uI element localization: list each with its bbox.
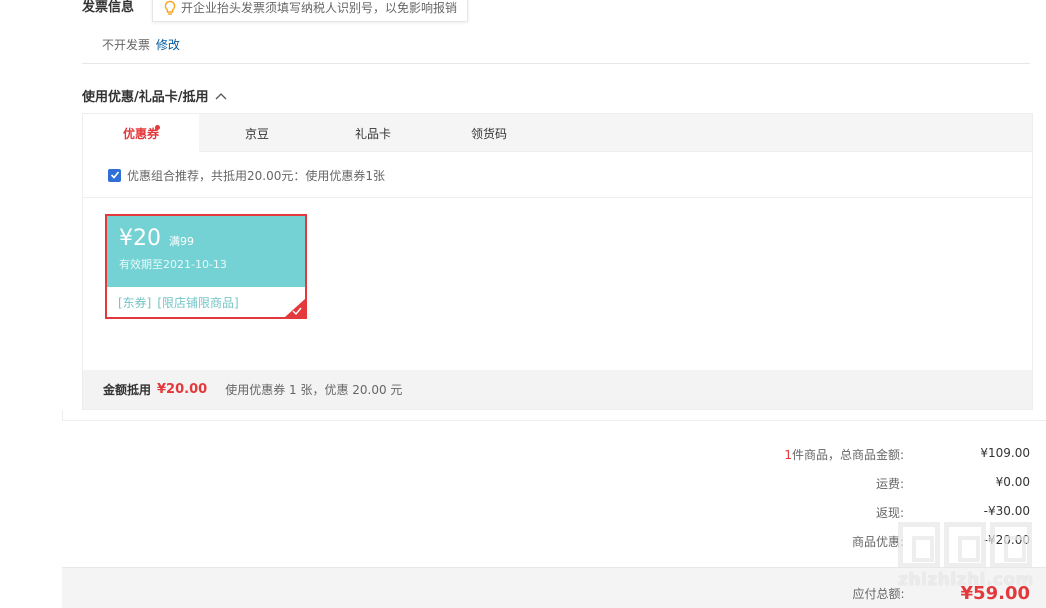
tab-coupons[interactable]: 优惠券 <box>83 114 199 153</box>
discount-label: 商品优惠: <box>851 535 904 549</box>
shipping-row: 运费: ¥0.00 <box>694 475 1030 492</box>
coupon-condition: 满99 <box>169 235 194 248</box>
tab-label: 京豆 <box>244 126 269 141</box>
watermark-text: zhizhizhi.com <box>898 570 1034 590</box>
summary-label: 金额抵用 <box>103 383 152 397</box>
coupon-tag: [东券] <box>118 295 152 310</box>
tab-label: 领货码 <box>470 126 507 141</box>
shipping-amount: ¥0.00 <box>995 475 1030 489</box>
new-dot-badge <box>155 125 160 130</box>
tab-label: 优惠券 <box>122 127 159 141</box>
item-count: 1 <box>784 448 792 462</box>
divider <box>62 420 1046 421</box>
invoice-status-row: 不开发票 修改 <box>102 36 180 53</box>
coupon-panel: 优惠券 京豆 礼品卡 领货码 优惠组合推荐，共抵用20.00元：使用优惠券1张 … <box>82 113 1033 410</box>
divider <box>62 410 63 420</box>
invoice-status: 不开发票 <box>102 38 151 52</box>
coupon-amount: ¥20 <box>119 226 161 251</box>
tab-gift-card[interactable]: 礼品卡 <box>315 114 431 152</box>
payable-label: 应付总额: <box>852 587 905 601</box>
watermark-glyphs <box>898 522 1038 568</box>
chevron-up-icon <box>215 92 226 99</box>
coupon-summary-bar: 金额抵用 ¥20.00 使用优惠券 1 张，优惠 20.00 元 <box>83 370 1032 409</box>
coupon-tabs: 优惠券 京豆 礼品卡 领货码 <box>83 114 1032 153</box>
invoice-tip: 开企业抬头发票须填写纳税人识别号，以免影响报销 <box>152 0 469 22</box>
tab-redeem-code[interactable]: 领货码 <box>431 114 547 152</box>
invoice-tip-text: 开企业抬头发票须填写纳税人识别号，以免影响报销 <box>181 1 458 15</box>
invoice-section-title: 发票信息 <box>82 0 135 15</box>
check-icon <box>110 171 119 179</box>
rebate-row: 返现: -¥30.00 <box>694 504 1030 521</box>
rebate-label: 返现: <box>875 506 904 520</box>
items-amount: ¥109.00 <box>980 446 1030 460</box>
rebate-amount: -¥30.00 <box>983 504 1030 518</box>
lightbulb-icon <box>164 0 176 15</box>
recommend-text: 优惠组合推荐，共抵用20.00元：使用优惠券1张 <box>127 168 385 183</box>
watermark-logo: zhizhizhi.com <box>898 522 1038 600</box>
items-label: 件商品，总商品金额: <box>791 448 904 462</box>
recommend-row: 优惠组合推荐，共抵用20.00元：使用优惠券1张 <box>83 153 1032 198</box>
tab-label: 礼品卡 <box>354 126 391 141</box>
invoice-modify-link[interactable]: 修改 <box>156 38 180 52</box>
tab-jingdou[interactable]: 京豆 <box>199 114 315 152</box>
shipping-label: 运费: <box>875 477 904 491</box>
summary-value: ¥20.00 <box>157 382 208 397</box>
selected-check-icon <box>285 299 305 317</box>
total-items-row: 1件商品，总商品金额: ¥109.00 <box>694 446 1030 463</box>
summary-desc: 使用优惠券 1 张，优惠 20.00 元 <box>225 383 403 397</box>
coupon-tag: [限店铺限商品] <box>157 295 239 310</box>
coupon-section-title: 使用优惠/礼品卡/抵用 <box>82 90 209 105</box>
coupon-card-top: ¥20 满99 有效期至2021-10-13 <box>107 216 305 287</box>
coupon-card[interactable]: ¥20 满99 有效期至2021-10-13 [东券] [限店铺限商品] <box>105 214 307 319</box>
coupon-section-toggle[interactable]: 使用优惠/礼品卡/抵用 <box>82 86 227 105</box>
coupon-card-tags: [东券] [限店铺限商品] <box>107 287 305 317</box>
recommend-checkbox[interactable] <box>108 168 121 182</box>
divider <box>82 63 1030 64</box>
coupon-valid-date: 有效期至2021-10-13 <box>119 258 227 271</box>
